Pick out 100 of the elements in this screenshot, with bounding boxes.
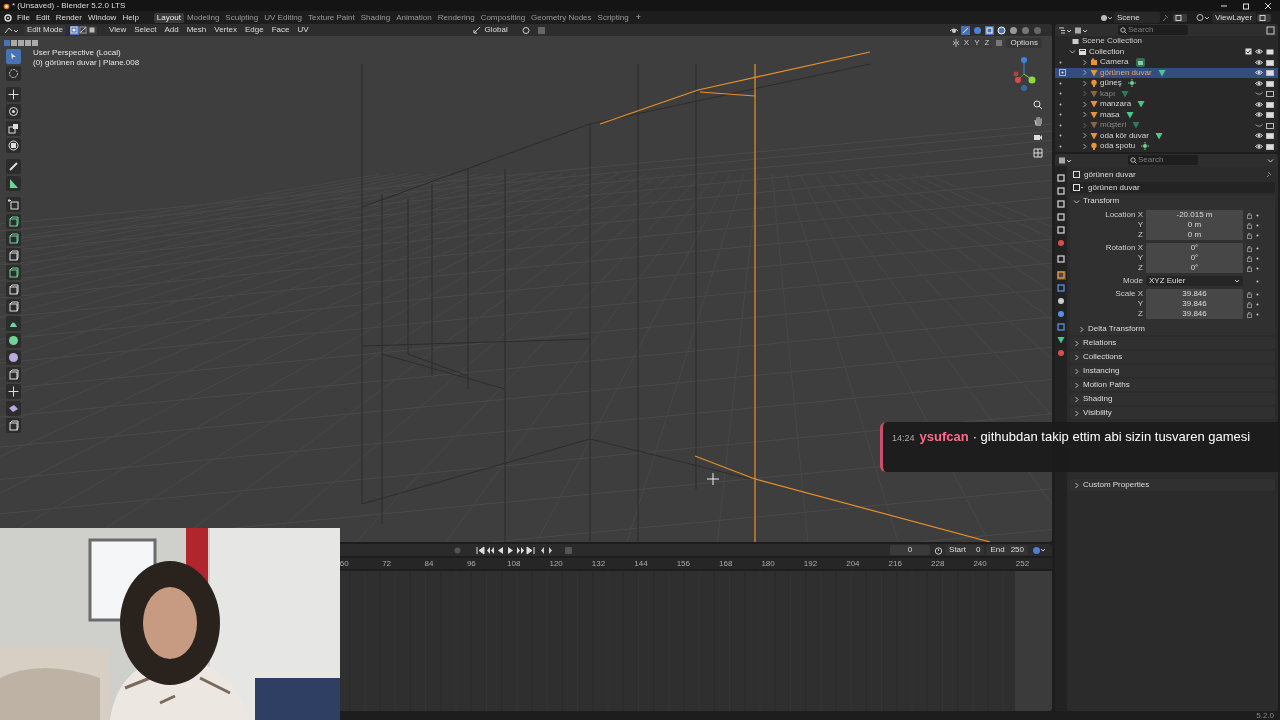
dot-icon[interactable] [1059,113,1062,117]
workspace-tab[interactable]: Sculpting [222,12,262,23]
cube-icon[interactable] [5,214,21,229]
grid-icon[interactable] [1033,148,1043,158]
workspace-tab[interactable]: Modeling [183,12,223,23]
cube-icon[interactable] [5,248,21,263]
chevron-right-icon[interactable] [1073,481,1080,489]
outliner-item[interactable]: masa [1100,109,1120,120]
keyframe-dot-icon[interactable] [1255,232,1260,238]
number-field[interactable]: 39.846 [1146,299,1243,309]
cube-icon[interactable] [5,282,21,297]
options-dropdown[interactable]: Options [1006,37,1042,48]
cube-plus-icon[interactable] [5,197,21,212]
lock-icon[interactable] [1246,290,1253,298]
chevron-right-icon[interactable] [1073,367,1080,375]
outliner-item[interactable]: manzara [1100,99,1132,110]
new-collection-icon[interactable] [1266,25,1275,35]
workspace-tab[interactable]: Shading [357,12,394,23]
pin-icon[interactable] [1265,171,1272,178]
keyframe-dot-icon[interactable] [1255,301,1260,307]
workspace-tab[interactable]: Layout [153,12,184,23]
chevron-right-icon[interactable] [1078,325,1085,333]
next-keyframe-icon[interactable] [516,545,525,555]
chevron-right-icon[interactable] [1073,381,1080,389]
datablock-field[interactable]: görünen duvar [1070,182,1275,193]
eye-icon[interactable] [1255,79,1263,87]
axis-gizmo-icon[interactable] [1012,54,1038,92]
edit-mode-icon[interactable] [1059,69,1066,77]
add-workspace-button[interactable]: + [631,10,645,25]
search-field[interactable]: Search [1118,25,1188,35]
start-frame-field[interactable]: Start 0 [945,545,985,555]
outliner-item[interactable]: Camera [1100,57,1129,68]
menu-item[interactable]: Edit [32,11,53,24]
editor-type-icon[interactable] [4,25,20,35]
dot-icon[interactable] [1059,134,1062,138]
transform-icon[interactable] [5,138,21,153]
copy-icon[interactable] [1256,12,1272,23]
eye-icon[interactable] [1255,132,1263,140]
scale-icon[interactable] [5,121,21,136]
render-shading-icon[interactable] [1033,25,1042,35]
dot-icon[interactable] [1059,92,1062,96]
menu-item[interactable]: File [14,11,33,24]
menu-item[interactable]: Window [84,11,120,24]
panel-header[interactable]: Shading [1070,393,1275,405]
workspace-tab[interactable]: Compositing [477,12,529,23]
outliner-item[interactable]: Scene Collection [1082,36,1143,47]
lock-icon[interactable] [1246,300,1253,308]
outliner-item[interactable]: oda spotu [1100,141,1136,152]
zoom-icon[interactable] [1033,100,1043,110]
lock-icon[interactable] [1246,211,1253,219]
workspace-tab[interactable]: Animation [393,12,435,23]
panel-header[interactable]: Visibility [1070,407,1275,419]
edge-select-icon[interactable] [79,25,89,35]
menu-item[interactable]: Add [160,24,183,36]
outliner-item[interactable]: kapı [1100,88,1116,99]
workspace-tab[interactable]: UV Editing [261,12,306,23]
eye-icon[interactable] [1255,69,1263,77]
menu-item[interactable]: Face [267,24,294,36]
wireframe-shading-icon[interactable] [997,25,1006,35]
current-frame-field[interactable]: 0 [890,545,931,555]
material-shading-icon[interactable] [1021,25,1030,35]
ruler-icon[interactable] [5,176,21,191]
lock-icon[interactable] [1246,264,1253,272]
number-field[interactable]: 39.846 [1146,289,1243,299]
dot-icon[interactable] [1059,102,1062,106]
workspace-tab[interactable]: Scripting [594,12,632,23]
face-select-icon[interactable] [88,25,98,35]
vertex-select-icon[interactable] [70,25,80,35]
axis-toggle[interactable]: Y [972,37,982,48]
play-reverse-icon[interactable] [496,545,505,555]
closed-eye-icon[interactable] [1255,90,1263,98]
lock-icon[interactable] [1246,231,1253,239]
slab-icon[interactable] [5,401,21,416]
mode-dropdown[interactable]: Edit Mode [24,25,67,35]
solid-shading-icon[interactable] [1009,25,1018,35]
menu-item[interactable]: Edge [240,24,268,36]
menu-item[interactable]: Vertex [210,24,241,36]
panel-header[interactable]: Collections [1070,351,1275,363]
number-field[interactable]: 0° [1146,263,1243,273]
chevron-down-icon[interactable] [1073,197,1080,205]
outliner-item[interactable]: oda kör duvar [1100,130,1149,141]
menu-item[interactable]: View [105,24,131,36]
orientation-dropdown[interactable]: Global [481,24,511,36]
filter-icon[interactable] [1074,25,1088,35]
display-mode-icon[interactable] [1058,25,1072,35]
number-field[interactable]: 0° [1146,243,1243,253]
keyframe-dot-icon[interactable] [1255,245,1260,251]
copy-icon[interactable] [1172,12,1188,23]
keyframe-dot-icon[interactable] [1255,311,1260,317]
editor-type-icon[interactable] [1058,155,1072,165]
menu-item[interactable]: UV [293,24,313,36]
mode-dropdown[interactable]: XYZ Euler [1146,276,1243,286]
keyframe-dot-icon[interactable] [1255,222,1260,228]
axis-toggle[interactable]: X [961,37,972,48]
gizmo-icon[interactable] [961,25,970,35]
axis-toggle[interactable]: Z [982,37,992,48]
chevron-right-icon[interactable] [1073,409,1080,417]
visibility-icon[interactable] [949,25,958,35]
eye-icon[interactable] [1255,48,1263,56]
keyframe-dot-icon[interactable] [1255,291,1260,297]
